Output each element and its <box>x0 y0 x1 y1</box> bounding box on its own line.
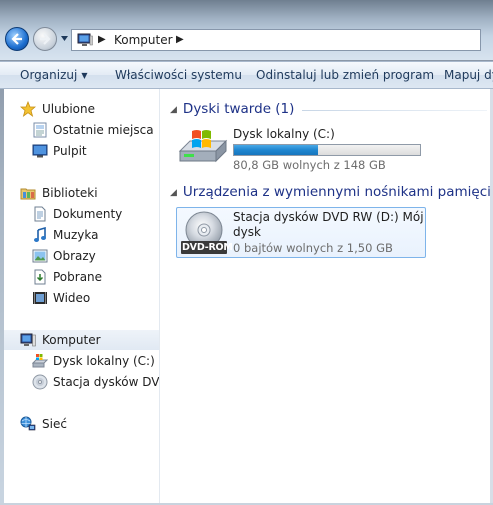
arrow-right-icon <box>40 33 51 45</box>
hard-drive-icon <box>178 130 228 163</box>
command-bar: Organizuj ▼ Właściwości systemu Odinstalu… <box>0 61 493 89</box>
collapse-triangle-icon[interactable]: ◢ <box>170 188 177 198</box>
pictures-icon <box>32 249 48 263</box>
videos-icon <box>33 292 47 304</box>
drive-usage-bar <box>233 144 421 156</box>
group-header-removable[interactable]: ◢ Urządzenia z wymiennymi nośnikami pamię… <box>170 184 490 200</box>
drive-free-space: 0 bajtów wolnych z 1,50 GB <box>233 241 393 255</box>
sidebar-item-computer[interactable]: Komputer <box>4 330 159 350</box>
dvd-rom-badge: DVD-ROM <box>182 242 233 253</box>
breadcrumb-chevron-icon[interactable]: ▶ <box>98 34 106 45</box>
drive-name: Dysk lokalny (C:) <box>233 127 335 141</box>
chevron-down-icon: ▼ <box>81 71 88 80</box>
content-pane: ◢ Dyski twarde (1) Dysk lokalny (C:) 80,8… <box>160 89 490 503</box>
collapse-triangle-icon[interactable]: ◢ <box>170 105 177 115</box>
hard-drive-icon <box>32 354 48 368</box>
organize-button[interactable]: Organizuj ▼ <box>20 68 87 82</box>
map-network-drive-button[interactable]: Mapuj dysk <box>444 68 493 82</box>
address-bar[interactable]: ▶ Komputer ▶ <box>71 29 481 51</box>
sidebar-item-recent-places[interactable]: Ostatnie miejsca <box>4 120 159 140</box>
group-divider <box>302 110 487 111</box>
libraries-icon <box>20 188 36 200</box>
network-icon <box>20 416 36 431</box>
drive-free-space: 80,8 GB wolnych z 148 GB <box>233 158 386 172</box>
drive-tile-dvd[interactable]: DVD-ROM Stacja dysków DVD RW (D:) Mój dy… <box>176 207 426 258</box>
music-icon <box>34 227 46 242</box>
breadcrumb-computer[interactable]: Komputer <box>114 33 173 47</box>
sidebar-item-downloads[interactable]: Pobrane <box>4 267 159 287</box>
arrow-left-icon <box>11 33 22 45</box>
recent-places-icon <box>33 122 47 138</box>
drive-usage-fill <box>234 145 318 155</box>
computer-icon <box>77 33 93 46</box>
drive-name-line1: Stacja dysków DVD RW (D:) Mój <box>233 210 424 224</box>
back-button[interactable] <box>5 27 29 51</box>
breadcrumb-chevron-icon[interactable]: ▶ <box>176 34 184 45</box>
sidebar-item-pictures[interactable]: Obrazy <box>4 246 159 266</box>
downloads-icon <box>34 269 46 285</box>
system-properties-button[interactable]: Właściwości systemu <box>115 68 242 82</box>
dvd-drive-icon <box>32 374 48 390</box>
drive-tile-c[interactable]: Dysk lokalny (C:) 80,8 GB wolnych z 148 … <box>178 125 428 172</box>
star-icon <box>20 101 36 117</box>
sidebar-item-dvd-drive[interactable]: Stacja dysków DVD RW (D:) Mój dysk <box>4 372 159 392</box>
sidebar-item-desktop[interactable]: Pulpit <box>4 141 159 161</box>
sidebar-item-videos[interactable]: Wideo <box>4 288 159 308</box>
group-header-hard-drives[interactable]: ◢ Dyski twarde (1) <box>170 101 294 117</box>
forward-button[interactable] <box>33 27 57 51</box>
sidebar-item-libraries[interactable]: Biblioteki <box>4 183 159 203</box>
sidebar-item-music[interactable]: Muzyka <box>4 225 159 245</box>
desktop-icon <box>32 144 48 158</box>
recent-pages-dropdown[interactable] <box>60 34 69 43</box>
documents-icon <box>34 206 46 222</box>
sidebar-item-network[interactable]: Sieć <box>4 414 159 434</box>
navigation-pane: Ulubione Ostatnie miejsca Pulpit Bibliot… <box>4 89 159 503</box>
sidebar-item-documents[interactable]: Dokumenty <box>4 204 159 224</box>
computer-icon <box>20 333 36 347</box>
sidebar-item-favorites[interactable]: Ulubione <box>4 99 159 119</box>
drive-name-line2: dysk <box>233 225 261 239</box>
sidebar-item-local-disk[interactable]: Dysk lokalny (C:) <box>4 351 159 371</box>
uninstall-program-button[interactable]: Odinstaluj lub zmień program <box>256 68 434 82</box>
